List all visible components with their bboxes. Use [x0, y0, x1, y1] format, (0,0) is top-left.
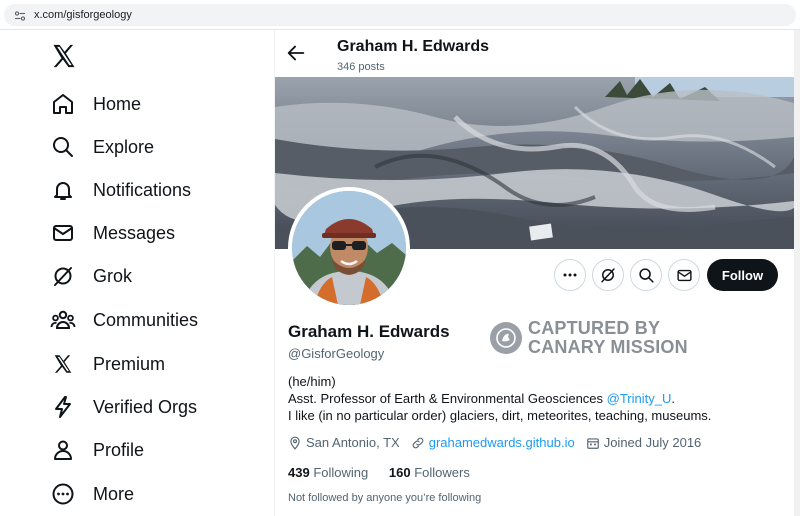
- location-item: San Antonio, TX: [288, 435, 400, 450]
- followers-link[interactable]: 160 Followers: [389, 465, 470, 480]
- not-followed-notice: Not followed by anyone you’re following: [288, 492, 482, 504]
- profile-handle: @GisforGeology: [288, 346, 385, 361]
- bio-line-title: Asst. Professor of Earth & Environmental…: [288, 390, 711, 407]
- profile-name: Graham H. Edwards: [288, 322, 450, 341]
- nav-label-verified-orgs: Verified Orgs: [93, 396, 198, 417]
- follow-button[interactable]: Follow: [707, 259, 778, 291]
- location-pin-icon: [290, 436, 300, 450]
- follow-stats: 439 Following 160 Followers: [288, 465, 470, 480]
- communities-icon: [50, 307, 76, 333]
- nav-grok[interactable]: Grok: [50, 258, 132, 294]
- page-scrollbar[interactable]: [794, 30, 800, 516]
- person-icon: [50, 437, 76, 463]
- profile-avatar[interactable]: [288, 187, 410, 309]
- bio-title-text: Asst. Professor of Earth & Environmental…: [288, 391, 607, 406]
- bell-icon: [50, 177, 76, 203]
- nav-more[interactable]: More: [50, 476, 134, 512]
- website-item: grahamedwards.github.io: [411, 435, 575, 450]
- bio-title-period: .: [671, 391, 675, 406]
- link-icon: [412, 437, 424, 448]
- watermark-line1: CAPTURED BY: [528, 318, 661, 338]
- nav-premium[interactable]: Premium: [50, 346, 165, 382]
- profile-meta: San Antonio, TX grahamedwards.github.io …: [288, 435, 712, 450]
- more-options-button[interactable]: [554, 259, 586, 291]
- search-icon: [50, 134, 76, 160]
- watermark: CAPTURED BY CANARY MISSION: [490, 319, 688, 357]
- ellipsis-icon: [563, 273, 577, 277]
- profile-column: Graham H. Edwards 346 posts Follow Graha…: [275, 30, 800, 516]
- calendar-icon: [586, 437, 599, 449]
- grok-profile-button[interactable]: [592, 259, 624, 291]
- url-text: x.com/gisforgeology: [34, 9, 132, 21]
- nav-label-communities: Communities: [93, 309, 199, 330]
- browser-address-bar: x.com/gisforgeology: [0, 0, 800, 30]
- profile-header-bar: Graham H. Edwards 346 posts: [275, 30, 800, 77]
- website-link[interactable]: grahamedwards.github.io: [429, 435, 575, 450]
- nav-profile[interactable]: Profile: [50, 432, 144, 468]
- nav-home[interactable]: Home: [50, 86, 141, 122]
- message-button[interactable]: [668, 259, 700, 291]
- bio-line-pronouns: (he/him): [288, 374, 336, 389]
- bio-line-interests: I like (in no particular order) glaciers…: [288, 408, 712, 423]
- following-label: Following: [313, 465, 369, 480]
- nav-notifications[interactable]: Notifications: [50, 172, 191, 208]
- x-logo-icon[interactable]: [50, 42, 78, 70]
- search-icon: [638, 267, 654, 283]
- envelope-icon: [676, 269, 692, 281]
- search-profile-button[interactable]: [630, 259, 662, 291]
- url-field[interactable]: x.com/gisforgeology: [4, 4, 796, 26]
- location-text: San Antonio, TX: [306, 435, 400, 450]
- envelope-icon: [50, 220, 76, 246]
- joined-text: Joined July 2016: [603, 435, 702, 450]
- following-link[interactable]: 439 Following: [288, 465, 368, 480]
- joined-item: Joined July 2016: [586, 435, 702, 450]
- nav-label-explore: Explore: [93, 136, 155, 157]
- header-name: Graham H. Edwards: [337, 38, 490, 55]
- profile-bio: (he/him) Asst. Professor of Earth & Envi…: [288, 373, 711, 424]
- nav-label-home: Home: [93, 93, 142, 114]
- watermark-line2: CANARY MISSION: [528, 337, 688, 357]
- back-arrow-icon[interactable]: [285, 42, 307, 64]
- followers-label: Followers: [414, 465, 470, 480]
- nav-verified-orgs[interactable]: Verified Orgs: [50, 389, 197, 425]
- header-post-count: 346 posts: [337, 61, 385, 73]
- grok-icon: [50, 263, 76, 289]
- nav-label-grok: Grok: [93, 265, 133, 286]
- canary-seal-icon: [490, 322, 522, 354]
- home-icon: [50, 91, 76, 117]
- more-circle-icon: [50, 481, 76, 507]
- left-nav: Home Explore Notifications Messages Grok…: [0, 30, 274, 516]
- nav-label-profile: Profile: [93, 439, 145, 460]
- site-settings-icon[interactable]: [14, 10, 26, 22]
- nav-explore[interactable]: Explore: [50, 129, 154, 165]
- bio-mention-link[interactable]: @Trinity_U: [607, 391, 672, 406]
- nav-label-more: More: [93, 483, 135, 504]
- watermark-text: CAPTURED BY CANARY MISSION: [528, 319, 688, 357]
- nav-communities[interactable]: Communities: [50, 302, 198, 338]
- nav-messages[interactable]: Messages: [50, 215, 175, 251]
- nav-label-messages: Messages: [93, 222, 176, 243]
- x-logo-icon: [50, 351, 76, 377]
- lightning-icon: [50, 394, 76, 420]
- avatar-image: [292, 191, 406, 305]
- followers-count: 160: [388, 465, 411, 480]
- nav-label-notifications: Notifications: [93, 179, 192, 200]
- nav-label-premium: Premium: [93, 353, 166, 374]
- following-count: 439: [288, 465, 310, 480]
- grok-icon: [601, 268, 615, 283]
